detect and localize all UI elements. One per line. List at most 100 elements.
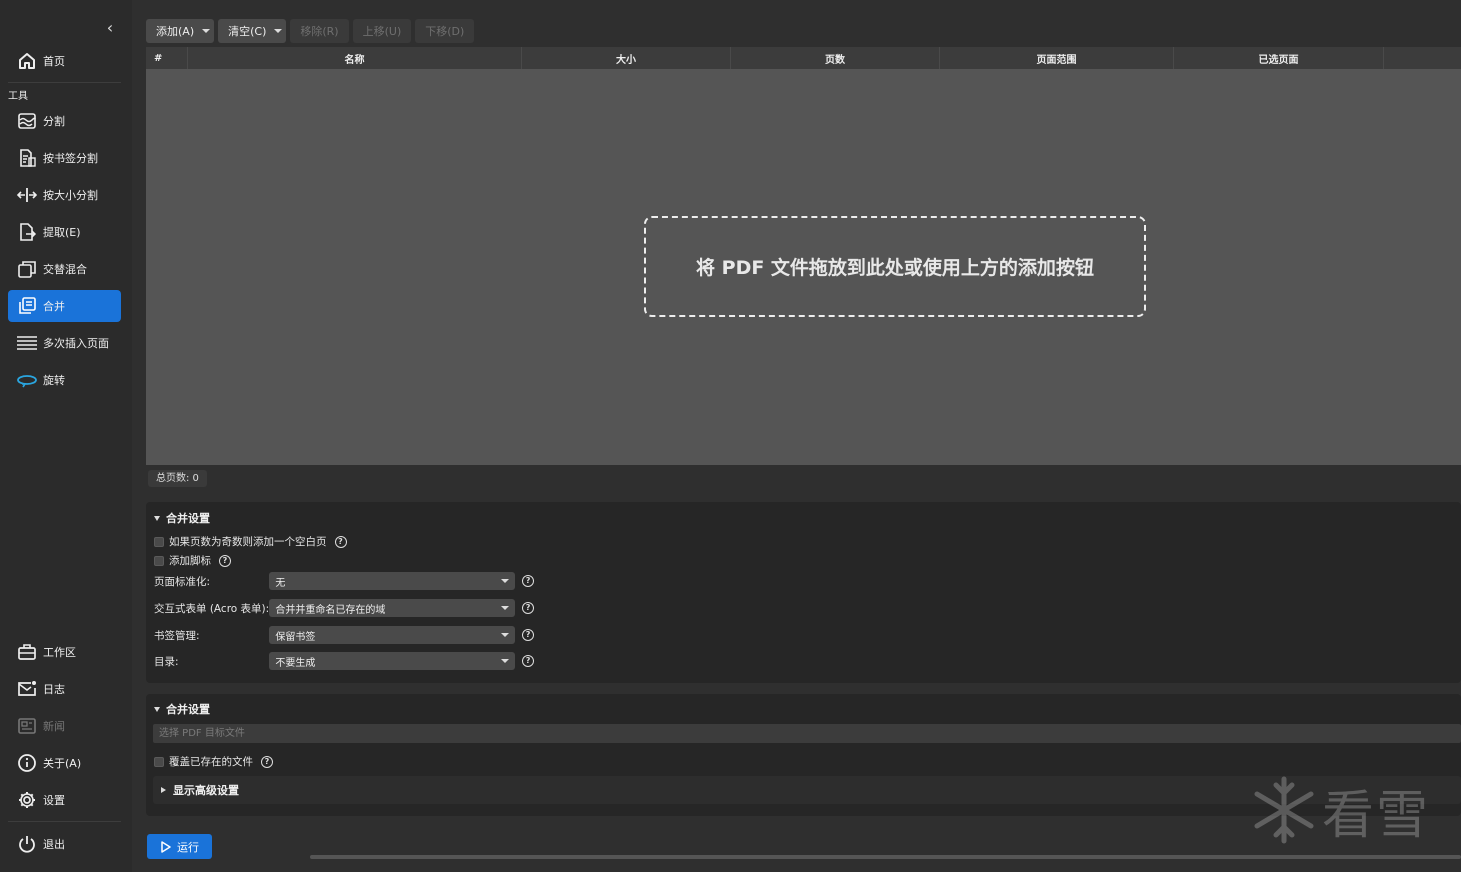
footer-option: 添加脚标 ? [154,553,231,568]
blank-page-label: 如果页数为奇数则添加一个空白页 [169,536,327,548]
sidebar-item-label: 按书签分割 [43,152,98,165]
sidebar-item-label: 关于(A) [43,757,82,770]
file-table[interactable]: # 名称 大小 页数 页面范围 已选页面 将 PDF 文件拖放到此处或使用上方的… [146,47,1461,465]
blank-page-option: 如果页数为奇数则添加一个空白页 ? [154,534,347,549]
remove-button[interactable]: 移除(R) [290,19,349,43]
sidebar-divider [8,821,121,822]
sidebar-item-settings[interactable]: 设置 [8,784,121,816]
alternate-mix-icon [14,256,40,282]
sidebar-item-label: 按大小分割 [43,189,98,202]
sidebar: ‹ 首页 工具 分割 按书签分割 按大小分割 提取(E) 交替混合 合并 多次插… [0,0,132,872]
sidebar-item-insert-pages[interactable]: 多次插入页面 [8,327,121,359]
sidebar-item-alternate-mix[interactable]: 交替混合 [8,253,121,285]
move-up-button[interactable]: 上移(U) [352,19,412,43]
chevron-down-icon [501,579,510,583]
acroform-select[interactable]: 合并并重命名已存在的域 [269,599,516,617]
blank-page-checkbox[interactable] [154,536,164,547]
split-bookmark-icon [14,145,40,171]
sidebar-item-workspace[interactable]: 工作区 [8,636,121,668]
toc-select[interactable]: 不要生成 [269,652,516,670]
briefcase-icon [14,639,40,665]
add-button-label: 添加(A) [156,25,195,38]
sidebar-item-merge[interactable]: 合并 [8,290,121,322]
sidebar-group-tools: 工具 [8,91,28,102]
run-button[interactable]: 运行 [147,834,212,859]
add-button[interactable]: 添加(A) [146,19,215,43]
sidebar-item-label: 设置 [43,794,65,807]
main-area: 添加(A) 清空(C) 移除(R) 上移(U) 下移(D) # 名称 大小 页数… [132,0,1461,872]
help-icon[interactable]: ? [219,554,231,567]
bookmarks-select[interactable]: 保留书签 [269,626,516,644]
acroform-value: 合并并重命名已存在的域 [275,604,386,616]
toc-row: 目录: 不要生成 ? [154,652,534,670]
merge-settings-title: 合并设置 [166,512,210,525]
extract-icon [14,219,40,245]
info-icon [14,750,40,776]
sidebar-item-label: 日志 [43,683,65,696]
add-footer-checkbox[interactable] [154,555,164,566]
clear-button[interactable]: 清空(C) [218,19,287,43]
normalize-row: 页面标准化: 无 ? [154,572,534,590]
move-down-button[interactable]: 下移(D) [415,19,475,43]
sidebar-item-label: 旋转 [43,374,65,387]
advanced-settings-label: 显示高级设置 [173,784,239,797]
merge-settings-header[interactable]: 合并设置 [154,510,210,526]
overwrite-checkbox[interactable] [154,756,164,767]
sidebar-item-split-size[interactable]: 按大小分割 [8,179,121,211]
overwrite-label: 覆盖已存在的文件 [169,756,253,768]
collapse-sidebar-button[interactable]: ‹ [100,18,120,38]
sidebar-item-label: 工作区 [43,646,76,659]
normalize-label: 页面标准化: [154,575,211,588]
help-icon[interactable]: ? [334,535,347,548]
sidebar-item-log[interactable]: 日志 [8,673,121,705]
column-header-name[interactable]: 名称 [188,47,522,69]
horizontal-scrollbar[interactable] [310,855,1461,859]
destination-file-input[interactable]: 选择 PDF 目标文件 [153,724,1461,743]
sidebar-item-label: 分割 [43,115,65,128]
collapse-arrow-icon [154,515,160,521]
sidebar-item-home[interactable]: 首页 [8,45,121,77]
chevron-down-icon[interactable] [274,29,283,33]
play-icon [161,840,171,853]
help-icon[interactable]: ? [522,575,534,587]
help-icon[interactable]: ? [261,755,273,768]
sidebar-item-exit[interactable]: 退出 [8,828,121,860]
help-icon[interactable]: ? [522,629,534,641]
gear-icon [14,787,40,813]
watermark: 看雪 [1252,770,1442,850]
output-settings-header[interactable]: 合并设置 [154,701,210,717]
sidebar-item-rotate[interactable]: 旋转 [8,364,121,396]
merge-settings-panel: 合并设置 如果页数为奇数则添加一个空白页 ? 添加脚标 ? 页面标准化: 无 ?… [146,502,1461,683]
add-footer-label: 添加脚标 [169,555,211,567]
total-pages-label: 总页数: 0 [148,470,207,487]
column-header-pages[interactable]: 页数 [731,47,940,69]
column-header-index[interactable]: # [146,47,188,69]
help-icon[interactable]: ? [522,655,534,667]
sidebar-item-label: 新闻 [43,720,65,733]
acroform-label: 交互式表单 (Acro 表单): [154,602,270,615]
bookmarks-row: 书签管理: 保留书签 ? [154,626,534,644]
sidebar-item-news[interactable]: 新闻 [8,710,121,742]
normalize-select[interactable]: 无 [269,572,516,590]
news-icon [14,713,40,739]
sidebar-item-split[interactable]: 分割 [8,105,121,137]
sidebar-item-label: 交替混合 [43,263,87,276]
drop-zone[interactable]: 将 PDF 文件拖放到此处或使用上方的添加按钮 [644,216,1146,317]
power-icon [14,831,40,857]
bookmarks-value: 保留书签 [275,631,316,643]
sidebar-item-about[interactable]: 关于(A) [8,747,121,779]
merge-icon [14,293,40,319]
chevron-down-icon[interactable] [202,29,211,33]
sidebar-item-label: 提取(E) [43,226,81,239]
column-header-selected-pages[interactable]: 已选页面 [1174,47,1384,69]
table-header: # 名称 大小 页数 页面范围 已选页面 [146,47,1461,69]
column-header-page-range[interactable]: 页面范围 [940,47,1174,69]
column-header-size[interactable]: 大小 [522,47,731,69]
sidebar-item-extract[interactable]: 提取(E) [8,216,121,248]
sidebar-item-split-bookmark[interactable]: 按书签分割 [8,142,121,174]
watermark-text: 看雪 [1322,785,1431,846]
snowflake-icon [1254,776,1314,844]
help-icon[interactable]: ? [522,602,534,614]
acroform-row: 交互式表单 (Acro 表单): 合并并重命名已存在的域 ? [154,599,534,617]
column-header-filler [1384,47,1461,69]
